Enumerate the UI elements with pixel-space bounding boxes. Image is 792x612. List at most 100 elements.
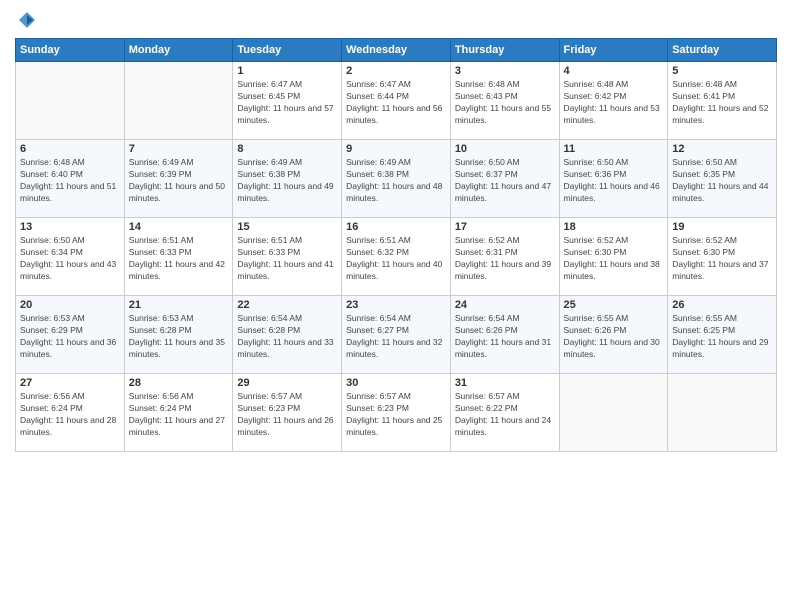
calendar-cell: 18 Sunrise: 6:52 AMSunset: 6:30 PMDayligh…	[559, 218, 668, 296]
day-number: 4	[564, 65, 664, 77]
calendar-cell: 4 Sunrise: 6:48 AMSunset: 6:42 PMDaylight…	[559, 62, 668, 140]
calendar-cell	[668, 374, 777, 452]
cell-info: Sunrise: 6:51 AMSunset: 6:33 PMDaylight:…	[129, 235, 229, 283]
cell-info: Sunrise: 6:52 AMSunset: 6:31 PMDaylight:…	[455, 235, 555, 283]
calendar-cell	[16, 62, 125, 140]
day-header-friday: Friday	[559, 39, 668, 62]
day-number: 27	[20, 377, 120, 389]
cell-info: Sunrise: 6:50 AMSunset: 6:35 PMDaylight:…	[672, 157, 772, 205]
calendar-cell: 1Sunrise: 6:47 AMSunset: 6:45 PMDaylight…	[233, 62, 342, 140]
cell-info: Sunrise: 6:50 AMSunset: 6:36 PMDaylight:…	[564, 157, 664, 205]
calendar-cell	[124, 62, 233, 140]
day-number: 25	[564, 299, 664, 311]
calendar-cell: 7 Sunrise: 6:49 AMSunset: 6:39 PMDaylight…	[124, 140, 233, 218]
cell-info: Sunrise: 6:48 AMSunset: 6:40 PMDaylight:…	[20, 157, 120, 205]
calendar-cell: 23 Sunrise: 6:54 AMSunset: 6:27 PMDayligh…	[342, 296, 451, 374]
day-number: 8	[237, 143, 337, 155]
calendar-cell: 31 Sunrise: 6:57 AMSunset: 6:22 PMDayligh…	[450, 374, 559, 452]
day-number: 26	[672, 299, 772, 311]
day-number: 11	[564, 143, 664, 155]
day-number: 9	[346, 143, 446, 155]
cell-info: Sunrise: 6:51 AMSunset: 6:33 PMDaylight:…	[237, 235, 337, 283]
cell-info: Sunrise: 6:52 AMSunset: 6:30 PMDaylight:…	[672, 235, 772, 283]
cell-info: Sunrise: 6:50 AMSunset: 6:37 PMDaylight:…	[455, 157, 555, 205]
cell-info: Sunrise: 6:53 AMSunset: 6:28 PMDaylight:…	[129, 313, 229, 361]
cell-info: Sunrise: 6:57 AMSunset: 6:23 PMDaylight:…	[237, 391, 337, 439]
calendar-cell: 29 Sunrise: 6:57 AMSunset: 6:23 PMDayligh…	[233, 374, 342, 452]
day-number: 20	[20, 299, 120, 311]
week-row-2: 6 Sunrise: 6:48 AMSunset: 6:40 PMDaylight…	[16, 140, 777, 218]
day-number: 18	[564, 221, 664, 233]
day-number: 6	[20, 143, 120, 155]
day-number: 17	[455, 221, 555, 233]
calendar-cell: 20 Sunrise: 6:53 AMSunset: 6:29 PMDayligh…	[16, 296, 125, 374]
calendar-cell: 30Sunrise: 6:57 AMSunset: 6:23 PMDayligh…	[342, 374, 451, 452]
day-number: 31	[455, 377, 555, 389]
day-number: 23	[346, 299, 446, 311]
calendar-cell: 25 Sunrise: 6:55 AMSunset: 6:26 PMDayligh…	[559, 296, 668, 374]
day-number: 28	[129, 377, 229, 389]
day-number: 7	[129, 143, 229, 155]
calendar-cell: 26 Sunrise: 6:55 AMSunset: 6:25 PMDayligh…	[668, 296, 777, 374]
cell-info: Sunrise: 6:55 AMSunset: 6:26 PMDaylight:…	[564, 313, 664, 361]
calendar-cell: 16Sunrise: 6:51 AMSunset: 6:32 PMDayligh…	[342, 218, 451, 296]
day-number: 24	[455, 299, 555, 311]
logo	[15, 10, 37, 30]
calendar-cell: 22Sunrise: 6:54 AMSunset: 6:28 PMDayligh…	[233, 296, 342, 374]
calendar-cell: 2Sunrise: 6:47 AMSunset: 6:44 PMDaylight…	[342, 62, 451, 140]
day-number: 13	[20, 221, 120, 233]
week-row-1: 1Sunrise: 6:47 AMSunset: 6:45 PMDaylight…	[16, 62, 777, 140]
cell-info: Sunrise: 6:51 AMSunset: 6:32 PMDaylight:…	[346, 235, 446, 283]
cell-info: Sunrise: 6:49 AMSunset: 6:38 PMDaylight:…	[237, 157, 337, 205]
week-row-5: 27 Sunrise: 6:56 AMSunset: 6:24 PMDayligh…	[16, 374, 777, 452]
calendar-cell: 28 Sunrise: 6:56 AMSunset: 6:24 PMDayligh…	[124, 374, 233, 452]
header	[15, 10, 777, 30]
cell-info: Sunrise: 6:49 AMSunset: 6:38 PMDaylight:…	[346, 157, 446, 205]
day-number: 29	[237, 377, 337, 389]
calendar-cell: 19 Sunrise: 6:52 AMSunset: 6:30 PMDayligh…	[668, 218, 777, 296]
cell-info: Sunrise: 6:56 AMSunset: 6:24 PMDaylight:…	[20, 391, 120, 439]
calendar-cell: 9 Sunrise: 6:49 AMSunset: 6:38 PMDaylight…	[342, 140, 451, 218]
day-number: 21	[129, 299, 229, 311]
day-number: 30	[346, 377, 446, 389]
calendar-table: SundayMondayTuesdayWednesdayThursdayFrid…	[15, 38, 777, 452]
day-number: 10	[455, 143, 555, 155]
header-row: SundayMondayTuesdayWednesdayThursdayFrid…	[16, 39, 777, 62]
cell-info: Sunrise: 6:48 AMSunset: 6:42 PMDaylight:…	[564, 79, 664, 127]
cell-info: Sunrise: 6:53 AMSunset: 6:29 PMDaylight:…	[20, 313, 120, 361]
cell-info: Sunrise: 6:47 AMSunset: 6:45 PMDaylight:…	[237, 79, 337, 127]
calendar-cell: 15 Sunrise: 6:51 AMSunset: 6:33 PMDayligh…	[233, 218, 342, 296]
day-number: 19	[672, 221, 772, 233]
cell-info: Sunrise: 6:54 AMSunset: 6:27 PMDaylight:…	[346, 313, 446, 361]
day-number: 5	[672, 65, 772, 77]
calendar-cell: 11 Sunrise: 6:50 AMSunset: 6:36 PMDayligh…	[559, 140, 668, 218]
day-number: 15	[237, 221, 337, 233]
day-header-tuesday: Tuesday	[233, 39, 342, 62]
cell-info: Sunrise: 6:47 AMSunset: 6:44 PMDaylight:…	[346, 79, 446, 127]
day-number: 3	[455, 65, 555, 77]
cell-info: Sunrise: 6:54 AMSunset: 6:26 PMDaylight:…	[455, 313, 555, 361]
day-header-wednesday: Wednesday	[342, 39, 451, 62]
cell-info: Sunrise: 6:48 AMSunset: 6:43 PMDaylight:…	[455, 79, 555, 127]
day-header-sunday: Sunday	[16, 39, 125, 62]
cell-info: Sunrise: 6:52 AMSunset: 6:30 PMDaylight:…	[564, 235, 664, 283]
calendar-cell: 13 Sunrise: 6:50 AMSunset: 6:34 PMDayligh…	[16, 218, 125, 296]
calendar-cell: 12Sunrise: 6:50 AMSunset: 6:35 PMDayligh…	[668, 140, 777, 218]
logo-icon	[17, 10, 37, 30]
calendar-cell: 3 Sunrise: 6:48 AMSunset: 6:43 PMDaylight…	[450, 62, 559, 140]
day-number: 14	[129, 221, 229, 233]
cell-info: Sunrise: 6:50 AMSunset: 6:34 PMDaylight:…	[20, 235, 120, 283]
cell-info: Sunrise: 6:54 AMSunset: 6:28 PMDaylight:…	[237, 313, 337, 361]
cell-info: Sunrise: 6:56 AMSunset: 6:24 PMDaylight:…	[129, 391, 229, 439]
calendar-cell: 21 Sunrise: 6:53 AMSunset: 6:28 PMDayligh…	[124, 296, 233, 374]
cell-info: Sunrise: 6:49 AMSunset: 6:39 PMDaylight:…	[129, 157, 229, 205]
calendar-cell: 27 Sunrise: 6:56 AMSunset: 6:24 PMDayligh…	[16, 374, 125, 452]
week-row-3: 13 Sunrise: 6:50 AMSunset: 6:34 PMDayligh…	[16, 218, 777, 296]
calendar-cell: 24 Sunrise: 6:54 AMSunset: 6:26 PMDayligh…	[450, 296, 559, 374]
cell-info: Sunrise: 6:57 AMSunset: 6:22 PMDaylight:…	[455, 391, 555, 439]
calendar-cell: 8 Sunrise: 6:49 AMSunset: 6:38 PMDaylight…	[233, 140, 342, 218]
calendar-cell: 5 Sunrise: 6:48 AMSunset: 6:41 PMDaylight…	[668, 62, 777, 140]
cell-info: Sunrise: 6:48 AMSunset: 6:41 PMDaylight:…	[672, 79, 772, 127]
day-header-saturday: Saturday	[668, 39, 777, 62]
cell-info: Sunrise: 6:55 AMSunset: 6:25 PMDaylight:…	[672, 313, 772, 361]
